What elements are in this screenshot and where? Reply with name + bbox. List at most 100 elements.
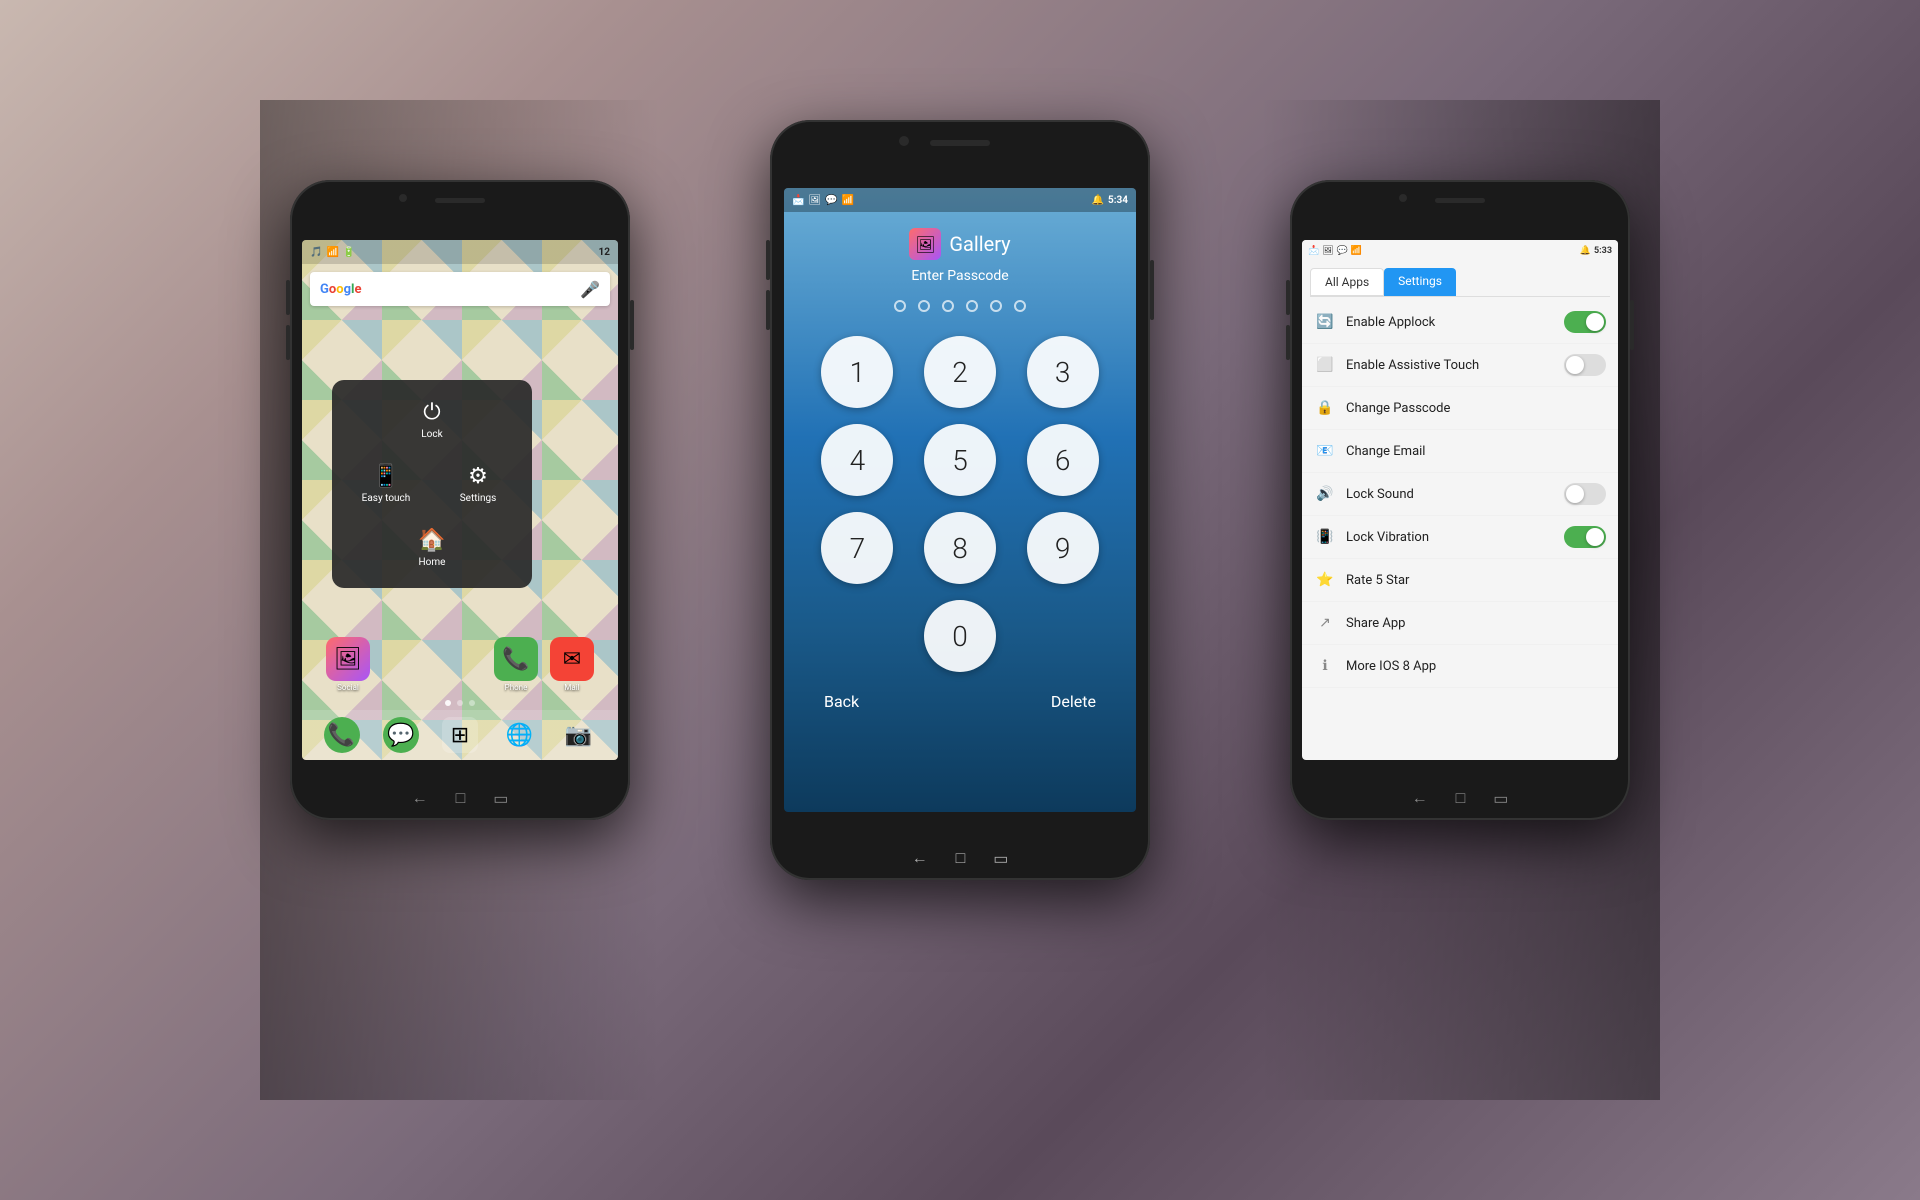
settings-rate[interactable]: ⭐ Rate 5 Star — [1302, 559, 1618, 602]
vol-up-right[interactable] — [1286, 280, 1290, 315]
dot-5 — [990, 300, 1002, 312]
nav-bar-left: ← □ ▭ — [412, 788, 509, 808]
quick-menu-lock[interactable]: ⏻ Lock — [344, 392, 520, 448]
status-icons-center: 📩 🖼 💬 📶 — [792, 195, 854, 206]
gallery-title: Gallery — [949, 232, 1010, 256]
numpad: 1 2 3 4 5 6 7 8 9 0 — [784, 336, 1136, 672]
tab-settings[interactable]: Settings — [1384, 268, 1456, 296]
tab-all-apps[interactable]: All Apps — [1310, 268, 1384, 296]
sound-label: Lock Sound — [1346, 487, 1554, 502]
applock-label: Enable Applock — [1346, 315, 1554, 330]
delete-button[interactable]: Delete — [1051, 692, 1096, 711]
num-8[interactable]: 8 — [924, 512, 996, 584]
camera-left — [399, 194, 407, 202]
num-5[interactable]: 5 — [924, 424, 996, 496]
app-mail[interactable]: ✉ Mail — [550, 637, 594, 692]
power-button-right[interactable] — [1630, 300, 1634, 350]
home-nav-left[interactable]: □ — [456, 788, 466, 808]
dock-phone[interactable]: 📞 — [324, 717, 360, 753]
quick-menu-settings[interactable]: ⚙ Settings — [436, 456, 520, 512]
vol-down-right[interactable] — [1286, 325, 1290, 360]
settings-enable-applock[interactable]: 🔄 Enable Applock — [1302, 301, 1618, 344]
chat-icon-r: 💬 — [1337, 246, 1348, 256]
sound-toggle[interactable] — [1564, 483, 1606, 505]
settings-change-passcode[interactable]: 🔒 Change Passcode — [1302, 387, 1618, 430]
chat-icon-c: 💬 — [825, 195, 837, 206]
speaker-center — [930, 140, 990, 146]
back-nav-right[interactable]: ← — [1412, 788, 1428, 808]
applock-toggle[interactable] — [1564, 311, 1606, 333]
status-bar-right: 📩 🖼 💬 📶 🔔 5:33 — [1302, 240, 1618, 262]
app-phone[interactable]: 📞 Phone — [494, 637, 538, 692]
settings-share[interactable]: ↗ Share App — [1302, 602, 1618, 645]
app-row: 🖼 Social 📞 Phone ✉ Mail — [312, 637, 608, 692]
dot-2 — [457, 700, 463, 706]
dock-chrome[interactable]: 🌐 — [501, 717, 537, 753]
email-label: Change Email — [1346, 444, 1606, 459]
camera-right — [1399, 194, 1407, 202]
home-nav-center[interactable]: □ — [956, 848, 966, 868]
quick-menu: ⏻ Lock 📱 Easy touch ⚙ Settings 🏠 Home — [332, 380, 532, 588]
signal-r: 📶 — [1351, 246, 1362, 256]
nav-bar-right: ← □ ▭ — [1412, 788, 1509, 808]
signal-icon-c: 📶 — [842, 195, 854, 206]
num-3[interactable]: 3 — [1027, 336, 1099, 408]
vibration-toggle[interactable] — [1564, 526, 1606, 548]
home-apps: 🖼 Social 📞 Phone ✉ Mail — [302, 637, 618, 710]
power-button-left[interactable] — [630, 300, 634, 350]
left-phone: 🎵 📶 🔋 12 Google 🎤 ⏻ — [290, 180, 630, 820]
back-nav-center[interactable]: ← — [912, 848, 928, 868]
num-2[interactable]: 2 — [924, 336, 996, 408]
gallery-icon: 🖼 — [915, 235, 935, 254]
battery-icon-left: 🔋 — [343, 247, 355, 258]
back-button[interactable]: Back — [824, 692, 859, 711]
vol-down-left[interactable] — [286, 325, 290, 360]
gallery-icon-box: 🖼 — [909, 228, 941, 260]
passcode-icon: 🔒 — [1314, 397, 1336, 419]
assistive-toggle[interactable] — [1564, 354, 1606, 376]
passcode-actions: Back Delete — [784, 672, 1136, 711]
num-0[interactable]: 0 — [924, 600, 996, 672]
power-button-center[interactable] — [1150, 260, 1154, 320]
num-9[interactable]: 9 — [1027, 512, 1099, 584]
num-6[interactable]: 6 — [1027, 424, 1099, 496]
dock-camera[interactable]: 📷 — [560, 717, 596, 753]
time-display-c: 5:34 — [1108, 195, 1128, 206]
quick-menu-easytouch[interactable]: 📱 Easy touch — [344, 456, 428, 512]
dock-messages[interactable]: 💬 — [383, 717, 419, 753]
num-7[interactable]: 7 — [821, 512, 893, 584]
phone-icon: 📞 — [494, 637, 538, 681]
vol-up-center[interactable] — [766, 240, 770, 280]
recents-nav-center[interactable]: ▭ — [993, 849, 1008, 868]
recents-nav-left[interactable]: ▭ — [493, 789, 508, 808]
settings-assistive-touch[interactable]: ⬜ Enable Assistive Touch — [1302, 344, 1618, 387]
settings-lock-vibration[interactable]: 📳 Lock Vibration — [1302, 516, 1618, 559]
num-1[interactable]: 1 — [821, 336, 893, 408]
phone-label: Phone — [505, 683, 528, 692]
img-icon-c: 🖼 — [808, 195, 821, 206]
dot-6 — [1014, 300, 1026, 312]
right-phone: 📩 🖼 💬 📶 🔔 5:33 All Apps Settings — [1290, 180, 1630, 820]
vibration-label: Lock Vibration — [1346, 530, 1554, 545]
easytouch-icon: 📱 — [372, 464, 399, 489]
mic-icon[interactable]: 🎤 — [580, 280, 600, 299]
num-4[interactable]: 4 — [821, 424, 893, 496]
app-social[interactable]: 🖼 Social — [326, 637, 370, 692]
settings-more-ios[interactable]: ℹ More IOS 8 App — [1302, 645, 1618, 688]
quick-menu-home[interactable]: 🏠 Home — [344, 520, 520, 576]
dock-apps[interactable]: ⊞ — [442, 717, 478, 753]
vol-up-left[interactable] — [286, 280, 290, 315]
img-icon-r: 🖼 — [1322, 246, 1333, 256]
settings-lock-sound[interactable]: 🔊 Lock Sound — [1302, 473, 1618, 516]
settings-change-email[interactable]: 📧 Change Email — [1302, 430, 1618, 473]
wifi-icon-left: 📶 — [326, 247, 338, 258]
vol-down-center[interactable] — [766, 290, 770, 330]
dot-3 — [469, 700, 475, 706]
recents-nav-right[interactable]: ▭ — [1493, 789, 1508, 808]
sound-icon: 🔊 — [1314, 483, 1336, 505]
back-nav-left[interactable]: ← — [412, 788, 428, 808]
alarm-r: 🔔 — [1580, 246, 1591, 256]
settings-label-quick: Settings — [460, 493, 497, 504]
home-nav-right[interactable]: □ — [1456, 788, 1466, 808]
google-search-bar[interactable]: Google 🎤 — [310, 272, 610, 306]
